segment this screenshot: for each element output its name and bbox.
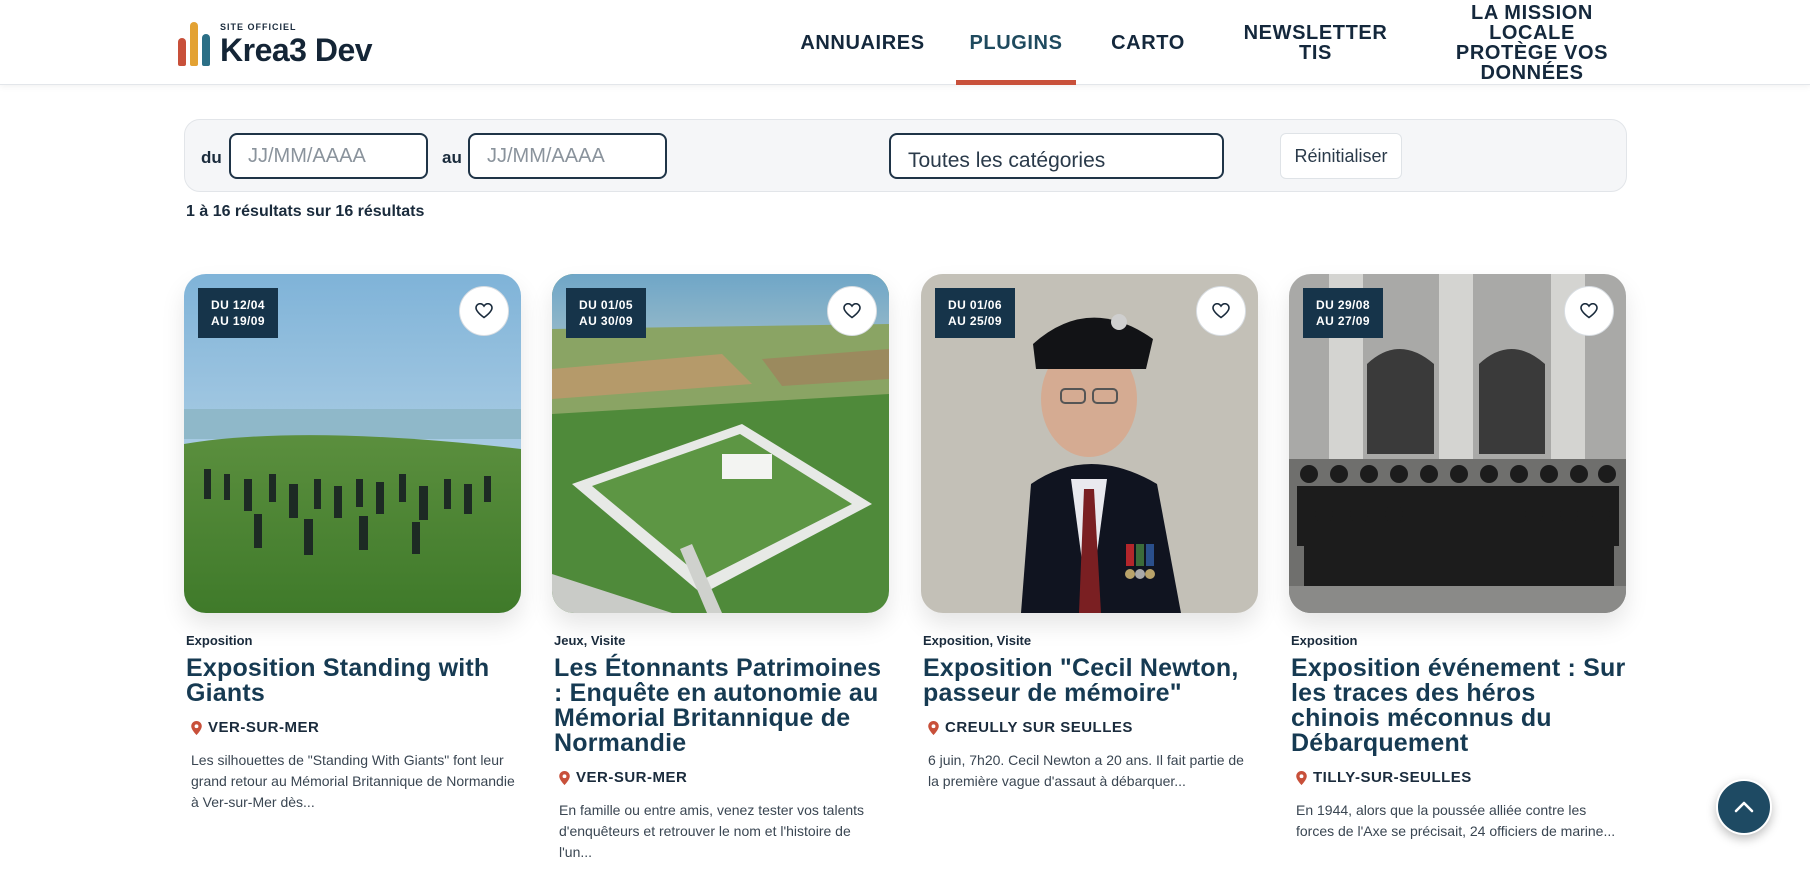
- date-badge: DU 29/08 AU 27/09: [1303, 288, 1383, 338]
- date-from: DU 01/06: [948, 298, 1002, 312]
- active-nav-indicator: [956, 80, 1076, 85]
- heart-icon: [843, 303, 861, 319]
- date-to: AU 27/09: [1316, 314, 1370, 328]
- event-location: CREULLY SUR SEULLES: [928, 719, 1258, 736]
- logo-tagline: SITE OFFICIEL: [220, 22, 297, 32]
- event-card[interactable]: DU 01/06 AU 25/09 Exposition, Visite Exp…: [921, 274, 1258, 792]
- chevron-up-icon: [1734, 801, 1754, 813]
- date-from-label: du: [201, 148, 222, 167]
- date-to: AU 19/09: [211, 314, 265, 328]
- date-from: DU 12/04: [211, 298, 265, 312]
- logo-name: Krea3 Dev: [220, 32, 373, 68]
- filter-bar: du JJ/MM/AAAA au JJ/MM/AAAA Toutes les c…: [184, 119, 1627, 192]
- map-pin-icon: [559, 770, 570, 785]
- event-description: Les silhouettes de "Standing With Giants…: [191, 752, 515, 810]
- event-card[interactable]: DU 01/05 AU 30/09 Jeux, Visite Les Étonn…: [552, 274, 889, 863]
- date-badge: DU 12/04 AU 19/09: [198, 288, 278, 338]
- site-header: SITE OFFICIEL Krea3 Dev ANNUAIRES PLUGIN…: [0, 0, 1810, 85]
- map-pin-icon: [191, 720, 202, 735]
- date-from-input[interactable]: JJ/MM/AAAA: [229, 133, 428, 179]
- event-description: En famille ou entre amis, venez tester v…: [559, 802, 865, 860]
- nav-label: NEWSLETTER TIS: [1243, 21, 1388, 64]
- date-badge: DU 01/06 AU 25/09: [935, 288, 1015, 338]
- category-select[interactable]: Toutes les catégories: [889, 133, 1224, 179]
- location-text: TILLY-SUR-SEULLES: [1313, 769, 1472, 786]
- nav-label: ANNUAIRES: [800, 31, 925, 54]
- logo-bars-icon: [178, 22, 210, 66]
- heart-icon: [1212, 303, 1230, 319]
- date-to-input[interactable]: JJ/MM/AAAA: [468, 133, 667, 179]
- location-text: VER-SUR-MER: [576, 769, 688, 786]
- date-to-placeholder: JJ/MM/AAAA: [487, 144, 605, 167]
- date-from: DU 29/08: [1316, 298, 1370, 312]
- event-title[interactable]: Les Étonnants Patrimoines : Enquête en a…: [554, 656, 889, 756]
- event-location: VER-SUR-MER: [559, 769, 889, 786]
- heart-icon: [1580, 303, 1598, 319]
- event-title[interactable]: Exposition événement : Sur les traces de…: [1291, 656, 1626, 756]
- event-image[interactable]: DU 12/04 AU 19/09: [184, 274, 521, 613]
- date-badge: DU 01/05 AU 30/09: [566, 288, 646, 338]
- location-text: CREULLY SUR SEULLES: [945, 719, 1133, 736]
- event-image[interactable]: DU 01/06 AU 25/09: [921, 274, 1258, 613]
- nav-item-annuaires[interactable]: ANNUAIRES: [795, 0, 930, 85]
- date-to-label: au: [442, 148, 462, 167]
- event-card[interactable]: DU 29/08 AU 27/09 Exposition Exposition …: [1289, 274, 1626, 842]
- map-pin-icon: [928, 720, 939, 735]
- results-count: 1 à 16 résultats sur 16 résultats: [186, 203, 425, 220]
- nav-item-newsletter[interactable]: NEWSLETTER TIS: [1238, 0, 1393, 85]
- event-location: VER-SUR-MER: [191, 719, 521, 736]
- nav-item-mission-locale[interactable]: LA MISSION LOCALE PROTÈGE VOS DONNÉES: [1448, 0, 1616, 85]
- event-category: Exposition, Visite: [923, 633, 1032, 648]
- event-title[interactable]: Exposition Standing with Giants: [186, 656, 521, 706]
- date-to: AU 30/09: [579, 314, 633, 328]
- event-location: TILLY-SUR-SEULLES: [1296, 769, 1626, 786]
- site-logo[interactable]: SITE OFFICIEL Krea3 Dev: [178, 18, 378, 66]
- event-category: Jeux, Visite: [554, 633, 626, 648]
- nav-item-plugins[interactable]: PLUGINS: [956, 0, 1076, 85]
- favorite-button[interactable]: [459, 286, 509, 336]
- event-category: Exposition: [1291, 633, 1358, 648]
- date-from-placeholder: JJ/MM/AAAA: [248, 144, 366, 167]
- nav-label: PLUGINS: [969, 31, 1063, 54]
- date-to: AU 25/09: [948, 314, 1002, 328]
- event-description: En 1944, alors que la poussée alliée con…: [1296, 802, 1616, 839]
- nav-item-carto[interactable]: CARTO: [1098, 0, 1198, 85]
- map-pin-icon: [1296, 770, 1307, 785]
- event-description: 6 juin, 7h20. Cecil Newton a 20 ans. Il …: [928, 752, 1244, 789]
- event-image[interactable]: DU 29/08 AU 27/09: [1289, 274, 1626, 613]
- event-title[interactable]: Exposition "Cecil Newton, passeur de mém…: [923, 656, 1258, 706]
- favorite-button[interactable]: [1564, 286, 1614, 336]
- location-text: VER-SUR-MER: [208, 719, 320, 736]
- nav-label: CARTO: [1111, 31, 1185, 54]
- date-from: DU 01/05: [579, 298, 633, 312]
- event-image[interactable]: DU 01/05 AU 30/09: [552, 274, 889, 613]
- event-card[interactable]: DU 12/04 AU 19/09 Exposition Exposition …: [184, 274, 521, 813]
- heart-icon: [475, 303, 493, 319]
- favorite-button[interactable]: [1196, 286, 1246, 336]
- nav-label: LA MISSION LOCALE PROTÈGE VOS DONNÉES: [1455, 1, 1609, 84]
- reset-button[interactable]: Réinitialiser: [1280, 133, 1402, 179]
- favorite-button[interactable]: [827, 286, 877, 336]
- event-category: Exposition: [186, 633, 253, 648]
- scroll-to-top-button[interactable]: [1716, 779, 1772, 835]
